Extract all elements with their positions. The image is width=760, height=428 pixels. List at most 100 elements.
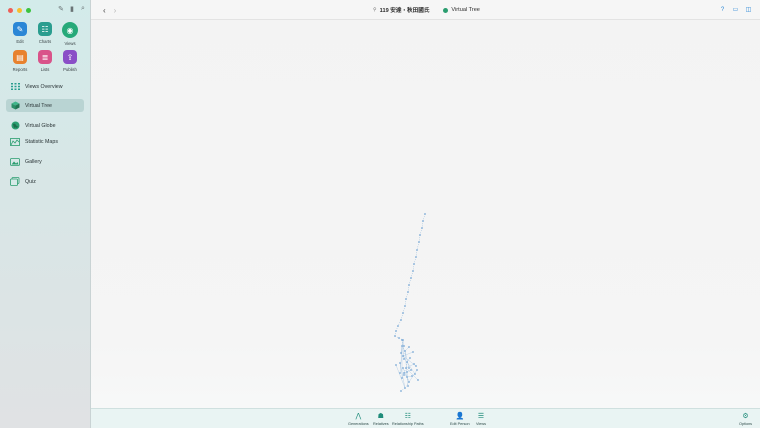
tree-node[interactable] (399, 372, 401, 374)
tree-node[interactable] (406, 371, 408, 373)
relationship-paths-button[interactable]: ☷ Relationship Paths (392, 412, 424, 426)
tile-lists[interactable]: ≣ Lists (34, 50, 56, 72)
tree-node[interactable] (408, 346, 410, 348)
tree-node[interactable] (400, 352, 402, 354)
tree-node[interactable] (413, 363, 415, 365)
tree-link (418, 234, 421, 243)
tree-node[interactable] (416, 369, 418, 371)
generations-icon: ⋀ (355, 413, 362, 420)
tree-node[interactable] (408, 381, 410, 383)
sidebar-item-label: Gallery (25, 158, 42, 165)
tree-node[interactable] (395, 364, 397, 366)
tree-node[interactable] (401, 377, 403, 379)
tree-node[interactable] (402, 312, 404, 314)
tree-node[interactable] (409, 357, 411, 359)
sidebar-item-label: Virtual Tree (25, 102, 52, 109)
tree-node[interactable] (413, 263, 415, 265)
tile-publish[interactable]: ⇪ Publish (59, 50, 81, 72)
tree-node[interactable] (415, 256, 417, 258)
tree-node[interactable] (412, 351, 414, 353)
tree-node[interactable] (406, 361, 408, 363)
tree-node[interactable] (403, 358, 405, 360)
paths-icon: ☷ (404, 413, 411, 420)
tree-node[interactable] (414, 373, 416, 375)
sidebar-item-quiz[interactable]: Quiz (6, 175, 84, 188)
sidebar-toggle-icon[interactable]: ◫ (745, 6, 752, 13)
tree-node[interactable] (421, 227, 423, 229)
tree-node[interactable] (400, 319, 402, 321)
tree-link (404, 381, 410, 389)
sidebar-item-statistic-maps[interactable]: Statistic Maps (6, 135, 84, 148)
tree-node[interactable] (411, 375, 413, 377)
tree-node[interactable] (412, 270, 414, 272)
eye-icon: ◉ (62, 22, 78, 38)
tree-node[interactable] (405, 367, 407, 369)
tree-link (404, 298, 407, 307)
sidebar-item-virtual-globe[interactable]: Virtual Globe (6, 119, 84, 132)
tile-edit[interactable]: ✎ Edit (9, 22, 31, 46)
tree-link (410, 270, 414, 279)
sidebar-item-gallery[interactable]: Gallery (6, 155, 84, 168)
tree-node[interactable] (415, 365, 417, 367)
generations-button[interactable]: ⋀ Generations (348, 412, 369, 426)
tree-node[interactable] (401, 345, 403, 347)
tree-node[interactable] (400, 390, 402, 392)
tree-node[interactable] (419, 234, 421, 236)
tree-node[interactable] (424, 213, 426, 215)
tree-node[interactable] (422, 220, 424, 222)
tree-node[interactable] (410, 277, 412, 279)
tree-node[interactable] (408, 367, 410, 369)
tree-node[interactable] (403, 372, 405, 374)
tree-node[interactable] (406, 376, 408, 378)
tree-node[interactable] (407, 385, 409, 387)
tree-node[interactable] (404, 350, 406, 352)
tree-node[interactable] (404, 305, 406, 307)
tree-node[interactable] (402, 367, 404, 369)
close-window-button[interactable] (8, 8, 13, 13)
breadcrumb-person[interactable]: 119 安達・秋田國氏 (380, 6, 430, 14)
sidebar-item-virtual-tree[interactable]: Virtual Tree (6, 99, 84, 112)
tree-node[interactable] (410, 369, 412, 371)
edit-person-button[interactable]: 👤 Edit Person (450, 412, 470, 426)
tree-node[interactable] (399, 362, 401, 364)
tree-link (405, 363, 415, 369)
folder-icon[interactable]: ▭ (732, 6, 739, 13)
tree-node[interactable] (395, 330, 397, 332)
options-button[interactable]: ⚙ Options (739, 412, 752, 426)
views-button[interactable]: ☰ Views (476, 412, 486, 426)
relatives-button[interactable]: ☗ Relatives (373, 412, 389, 426)
tree-node[interactable] (398, 337, 400, 339)
bookmark-icon[interactable]: ▮ (69, 6, 75, 13)
tree-node[interactable] (405, 298, 407, 300)
tree-node[interactable] (407, 291, 409, 293)
tree-node[interactable] (394, 335, 396, 337)
tree-node[interactable] (408, 284, 410, 286)
paperclip-icon[interactable]: ✎ (58, 6, 64, 13)
tree-node[interactable] (416, 249, 418, 251)
tree-node[interactable] (403, 374, 405, 376)
help-icon[interactable]: ? (719, 6, 726, 13)
tree-link (421, 220, 424, 229)
tree-node[interactable] (397, 325, 399, 327)
virtual-tree-graphic[interactable] (91, 20, 760, 408)
tile-views[interactable]: ◉ Views (59, 22, 81, 46)
tile-reports[interactable]: ▤ Reports (9, 50, 31, 72)
tree-node[interactable] (404, 387, 406, 389)
minimize-window-button[interactable] (17, 8, 22, 13)
button-label: Views (476, 422, 487, 426)
tree-node[interactable] (401, 339, 403, 341)
zoom-window-button[interactable] (26, 8, 31, 13)
gallery-icon (10, 157, 20, 166)
tree-node[interactable] (417, 379, 419, 381)
tree-node[interactable] (402, 355, 404, 357)
back-arrow-icon[interactable]: ‹ (103, 6, 106, 15)
tile-charts[interactable]: ☷ Charts (34, 22, 56, 46)
virtual-tree-canvas[interactable] (91, 20, 760, 408)
sidebar-item-views-overview[interactable]: Views Overview (6, 80, 84, 93)
search-icon[interactable]: ⌕ (80, 5, 86, 12)
forward-arrow-icon[interactable]: › (114, 6, 117, 15)
tree-node[interactable] (403, 345, 405, 347)
tree-node[interactable] (418, 241, 420, 243)
tree-link (408, 277, 412, 286)
tile-label: Reports (12, 67, 28, 72)
